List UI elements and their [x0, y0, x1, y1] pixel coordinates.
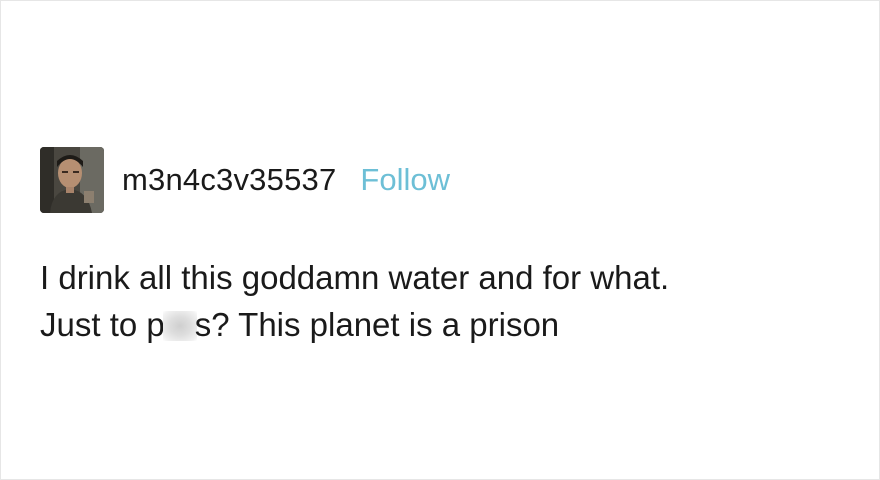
tumblr-post: m3n4c3v35537 Follow I drink all this god…: [40, 146, 860, 348]
avatar-photo-icon: [40, 147, 104, 213]
username-link[interactable]: m3n4c3v35537: [122, 162, 336, 198]
post-text-line-2: Just to p s? This planet is a prison: [40, 301, 860, 348]
post-text-line-2-end: s? This planet is a prison: [194, 306, 560, 343]
censor-blur: [162, 311, 197, 341]
post-text-line-1: I drink all this goddamn water and for w…: [40, 259, 670, 296]
post-header: m3n4c3v35537 Follow: [40, 146, 860, 214]
avatar[interactable]: [40, 147, 104, 213]
post-text-line-2-start: Just to p: [40, 306, 165, 343]
post-body: I drink all this goddamn water and for w…: [40, 254, 860, 348]
follow-button[interactable]: Follow: [360, 162, 450, 198]
